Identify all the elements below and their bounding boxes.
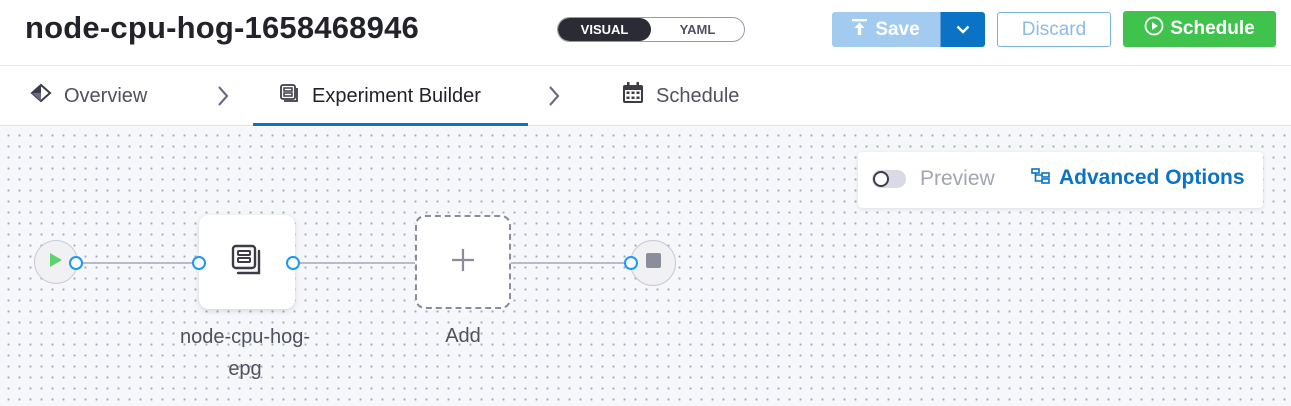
- pipeline-edge: [511, 262, 626, 264]
- step-output-port[interactable]: [286, 256, 300, 270]
- tab-overview-label: Overview: [64, 84, 148, 107]
- pipeline-edge: [82, 262, 194, 264]
- advanced-options-link[interactable]: Advanced Options: [1031, 166, 1245, 190]
- save-button[interactable]: Save: [832, 12, 940, 47]
- tab-experiment-builder[interactable]: Experiment Builder: [278, 66, 481, 126]
- chevron-right-icon: [217, 66, 229, 126]
- tab-overview[interactable]: Overview: [30, 66, 147, 126]
- stop-icon: [645, 253, 661, 273]
- experiment-step-icon: [229, 243, 265, 282]
- save-label: Save: [875, 18, 920, 40]
- toggle-knob: [873, 171, 889, 187]
- visual-mode-option[interactable]: VISUAL: [558, 18, 651, 41]
- pipeline-canvas[interactable]: Preview Advanced Options node-cpu-hog- e…: [0, 127, 1291, 406]
- fault-step-label: node-cpu-hog- epg: [179, 326, 311, 380]
- page-header: node-cpu-hog-1658468946 VISUAL YAML Save…: [0, 0, 1291, 66]
- preview-toggle[interactable]: [872, 170, 906, 188]
- play-icon: [49, 252, 63, 273]
- schedule-label: Schedule: [1170, 18, 1255, 39]
- calendar-icon: [622, 82, 644, 110]
- save-options-dropdown[interactable]: [940, 12, 985, 47]
- fault-step-node[interactable]: [199, 215, 295, 309]
- view-mode-toggle[interactable]: VISUAL YAML: [557, 17, 745, 42]
- experiment-builder-icon: [278, 83, 300, 109]
- tab-schedule-label: Schedule: [656, 84, 740, 107]
- chevron-right-icon: [548, 66, 560, 126]
- page-title: node-cpu-hog-1658468946: [25, 10, 419, 45]
- step-input-port[interactable]: [192, 256, 206, 270]
- tree-structure-icon: [1031, 166, 1051, 190]
- tab-schedule[interactable]: Schedule: [622, 66, 739, 126]
- schedule-button[interactable]: Schedule: [1123, 11, 1276, 47]
- active-tab-indicator: [253, 123, 528, 126]
- yaml-mode-option[interactable]: YAML: [651, 18, 744, 41]
- chevron-down-icon: [956, 21, 970, 39]
- plus-icon: [451, 248, 475, 277]
- overview-icon: [30, 83, 52, 109]
- add-step-button[interactable]: [415, 215, 511, 309]
- preview-label: Preview: [920, 167, 995, 190]
- discard-button[interactable]: Discard: [997, 12, 1111, 47]
- tab-experiment-builder-label: Experiment Builder: [312, 84, 481, 107]
- add-step-label: Add: [445, 325, 481, 347]
- play-circle-icon: [1144, 16, 1164, 42]
- start-output-port[interactable]: [69, 256, 83, 270]
- canvas-options-panel: Preview Advanced Options: [858, 152, 1263, 208]
- upload-icon: [852, 18, 868, 41]
- pipeline-edge: [299, 262, 415, 264]
- advanced-options-label: Advanced Options: [1059, 166, 1245, 189]
- builder-steps-nav: Overview Experiment Builder Schedule: [0, 66, 1291, 126]
- end-input-port[interactable]: [624, 256, 638, 270]
